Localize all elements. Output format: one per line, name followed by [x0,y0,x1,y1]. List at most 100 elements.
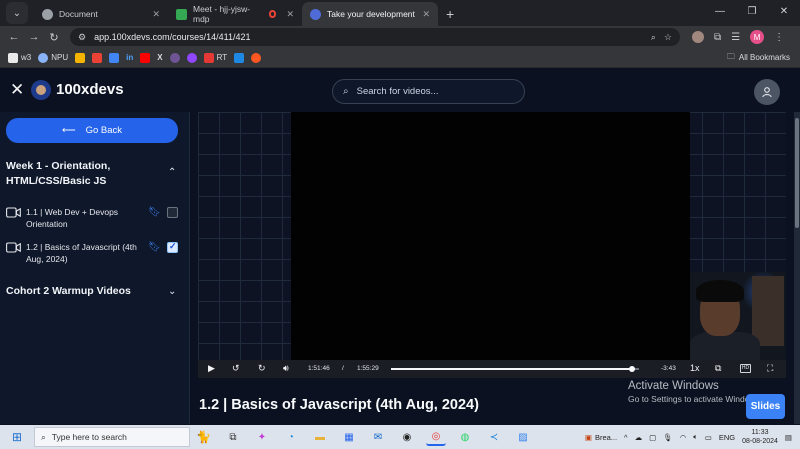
meet-tray-icon[interactable]: ▢ [649,433,656,442]
extensions-puzzle-icon[interactable]: ⧉ [714,32,721,43]
reload-icon[interactable]: ↻ [44,31,64,44]
all-bookmarks[interactable]: 🗀 All Bookmarks [727,51,790,65]
close-icon[interactable]: ✕ [286,9,294,20]
bookmark-youtube[interactable] [140,52,151,63]
task-view-icon[interactable]: ⧉ [223,428,243,446]
windows-start-icon[interactable]: ⊞ [6,430,28,444]
bookmark-star-icon[interactable]: ☆ [664,32,672,43]
bookmark-w3[interactable]: w3 [8,52,31,63]
zoom-icon[interactable]: ⌕ [651,32,656,43]
bookmark-github[interactable] [169,52,180,63]
chevron-up-icon[interactable]: ^ [624,433,628,442]
forward-arrow-icon[interactable]: → [24,31,44,43]
search-bar[interactable]: ⌕ [332,79,525,104]
news-widget[interactable]: ▣ Brea... [585,433,617,442]
extension-avatar-icon[interactable] [692,31,704,43]
brand-name[interactable]: 100xdevs [56,81,124,98]
lesson-complete-checkbox[interactable] [167,241,178,253]
tab-document[interactable]: Document ✕ [34,2,168,26]
week-section-title[interactable]: Week 1 - Orientation, HTML/CSS/Basic JS [6,159,156,189]
bookmark-12[interactable] [251,52,262,63]
go-back-button[interactable]: ⟵ Go Back [6,118,178,143]
photos-icon[interactable]: ▨ [513,428,533,446]
battery-icon[interactable]: ▭ [705,433,712,442]
chevron-down-icon[interactable]: ⌄ [168,286,176,297]
wifi-icon[interactable]: ◠ [680,433,687,442]
whatsapp-icon[interactable]: ◍ [455,428,475,446]
new-tab-button[interactable]: + [438,6,462,26]
file-explorer-icon[interactable]: ▬ [310,428,330,446]
activate-windows-watermark: Activate Windows Go to Settings to activ… [628,380,763,404]
microsoft-store-icon[interactable]: ▦ [339,428,359,446]
volume-icon[interactable]: 🔊︎ [283,363,289,374]
tab-search-button[interactable]: ⌄ [6,2,28,24]
bookmark-npu[interactable]: NPU [38,52,68,63]
cohort-section-title[interactable]: Cohort 2 Warmup Videos [6,285,131,297]
search-input[interactable] [356,86,507,97]
bookmark-rt[interactable]: RT [203,52,227,63]
microphone-icon[interactable]: 🎙︎ [663,433,673,442]
reading-list-icon[interactable]: ☰ [731,32,740,43]
bookmark-twitch[interactable] [186,52,197,63]
page-scrollbar[interactable] [794,112,800,424]
vscode-icon[interactable]: ≺ [484,428,504,446]
seek-bar-handle[interactable] [628,366,635,372]
minimize-icon[interactable]: — [704,0,736,24]
chevron-up-icon[interactable]: ⌃ [168,167,176,178]
scrollbar-thumb[interactable] [795,118,799,228]
lesson-item[interactable]: 1.1 | Web Dev + Devops Orientation 🔖︎ [6,206,184,234]
rewind-icon[interactable]: ↺ [232,363,240,374]
slides-button[interactable]: Slides [746,394,785,419]
video-camera-icon [6,207,21,218]
video-player[interactable]: ▶ ↺ ↻ 🔊︎ 1:51:46 / 1:55:29 -3:43 1x ⧉ HD… [198,112,786,378]
edge-icon[interactable]: ◔ [281,428,301,446]
close-icon[interactable]: ✕ [422,9,430,20]
bookmark-icon[interactable]: 🔖︎ [148,207,161,218]
close-sidebar-icon[interactable]: ✕ [10,81,24,99]
close-icon[interactable]: ✕ [152,9,160,20]
bookmark-linkedin[interactable]: in [126,53,133,62]
window-controls: — ❐ ✕ [704,0,800,24]
chrome-icon[interactable]: ◎ [425,428,446,446]
quality-icon[interactable]: HD [740,364,751,373]
lesson-complete-checkbox[interactable] [167,207,178,218]
bookmark-icon[interactable]: 🔖︎ [148,242,161,253]
address-bar[interactable]: ⚙ app.100xdevs.com/courses/14/411/421 ⌕ … [70,28,680,46]
bookmark-icon [109,52,120,63]
playback-speed-button[interactable]: 1x [690,363,700,373]
github-desktop-icon[interactable]: ◉ [397,428,417,446]
seek-bar[interactable] [391,366,639,372]
bookmark-4[interactable] [109,52,120,63]
video-screen[interactable] [291,112,690,360]
tab-title: Take your development skills fr [327,9,416,19]
site-info-icon[interactable]: ⚙ [78,32,86,43]
fullscreen-icon[interactable]: ⛶ [767,363,773,374]
back-arrow-icon[interactable]: ← [4,31,24,43]
user-avatar[interactable] [754,79,780,105]
maximize-icon[interactable]: ❐ [736,0,768,24]
clock[interactable]: 11:33 08-08-2024 [742,428,778,446]
mail-icon[interactable]: ✉ [368,428,388,446]
copilot-icon[interactable]: ✦ [252,428,272,446]
speaker-icon[interactable]: 🔈︎ [693,432,698,442]
forward-icon[interactable]: ↻ [258,363,266,374]
taskbar-search[interactable]: ⌕ Type here to search [34,427,190,447]
100xdevs-logo[interactable] [31,80,51,100]
picture-in-picture-icon[interactable]: ⧉ [715,363,721,374]
lesson-item[interactable]: 1.2 | Basics of Javascript (4th Aug, 202… [6,241,184,269]
tab-100xdevs[interactable]: Take your development skills fr ✕ [302,2,438,26]
close-window-icon[interactable]: ✕ [768,0,800,24]
language-indicator[interactable]: ENG [719,433,735,442]
kebab-menu-icon[interactable]: ⋮ [774,32,784,43]
bookmark-2[interactable] [75,52,86,63]
notification-icon[interactable]: ▤ [785,433,792,442]
bookmark-11[interactable] [234,52,245,63]
cloud-icon[interactable]: ☁ [635,433,643,442]
bookmark-3[interactable] [92,52,103,63]
cat-illustration-icon[interactable]: 🐈 [196,430,211,444]
system-tray: ▣ Brea... ^ ☁ ▢ 🎙︎ ◠ 🔈︎ ▭ ENG 11:33 08-08… [585,428,800,446]
profile-avatar[interactable]: M [750,30,765,44]
tab-meet[interactable]: Meet - hjj-yjsw-mdp ✕ [168,2,302,26]
play-icon[interactable]: ▶ [208,363,215,374]
bookmark-x[interactable]: X [157,53,162,62]
